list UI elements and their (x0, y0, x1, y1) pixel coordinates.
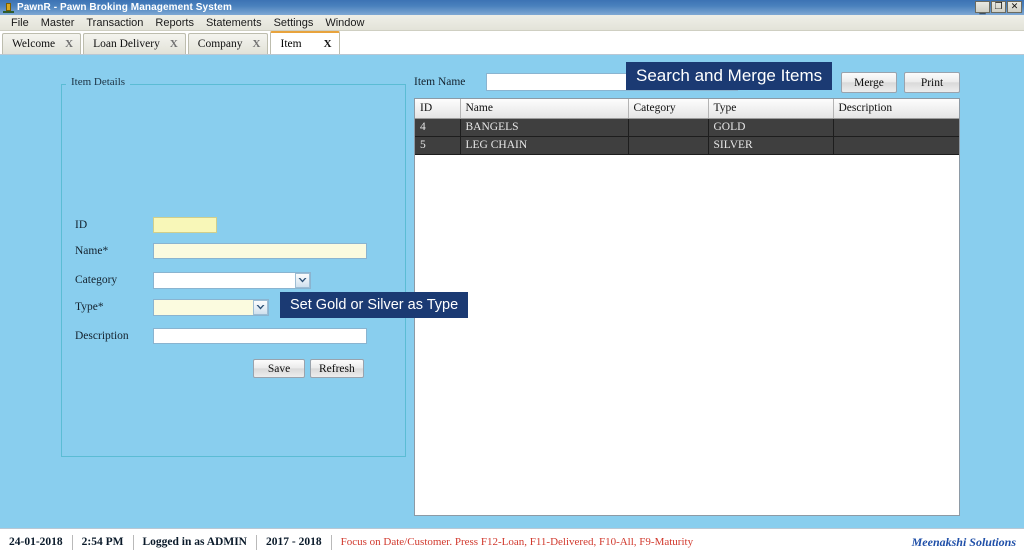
tab-company[interactable]: Company X (187, 33, 269, 54)
cell-description (833, 118, 959, 137)
cell-name: LEG CHAIN (460, 136, 629, 155)
type-dropdown[interactable] (153, 298, 269, 316)
category-dropdown[interactable] (153, 271, 311, 289)
status-financial-year: 2017 - 2018 (266, 536, 322, 548)
column-header-category[interactable]: Category (628, 99, 709, 119)
callout-search-and-merge: Search and Merge Items (626, 62, 833, 90)
search-actions: Merge Print (841, 72, 960, 93)
field-row-id: ID (75, 216, 405, 234)
table-header-row: ID Name Category Type Description (415, 99, 959, 119)
tab-welcome[interactable]: Welcome X (2, 33, 82, 54)
application-window: PawnR - Pawn Broking Management System _… (0, 0, 1024, 555)
window-controls: _ ❐ ✕ (975, 1, 1022, 15)
tab-loan-delivery[interactable]: Loan Delivery X (83, 33, 186, 54)
field-row-description: Description (75, 327, 405, 345)
tab-label: Company (197, 38, 243, 50)
menu-item-window[interactable]: Window (319, 17, 370, 29)
item-form-actions: Save Refresh (253, 359, 364, 378)
menu-item-reports[interactable]: Reports (149, 17, 200, 29)
minimize-icon: _ (979, 2, 986, 15)
tab-label: Item (280, 37, 302, 50)
tab-label: Loan Delivery (93, 38, 160, 50)
menu-item-statements[interactable]: Statements (200, 17, 268, 29)
table-row[interactable]: 4 BANGELS GOLD (415, 118, 959, 137)
close-icon: ✕ (1010, 0, 1019, 11)
cell-description (833, 136, 959, 155)
column-header-type[interactable]: Type (708, 99, 834, 119)
restore-button[interactable]: ❐ (991, 1, 1006, 13)
tab-strip: Welcome X Loan Delivery X Company X Item… (0, 31, 1024, 55)
status-hint: Focus on Date/Customer. Press F12-Loan, … (340, 536, 694, 548)
tab-close-icon[interactable]: X (324, 38, 332, 50)
type-label: Type* (75, 301, 104, 313)
menu-item-settings[interactable]: Settings (268, 17, 320, 29)
menu-item-file[interactable]: File (5, 17, 35, 29)
items-table: ID Name Category Type Description 4 BANG… (415, 99, 959, 155)
chevron-down-icon[interactable] (253, 299, 268, 315)
tab-label: Welcome (12, 38, 56, 50)
cell-type: GOLD (708, 118, 834, 137)
restore-icon: ❐ (994, 0, 1003, 11)
status-login: Logged in as ADMIN (142, 536, 247, 548)
status-brand: Meenakshi Solutions (911, 534, 1016, 549)
field-row-category: Category (75, 271, 405, 289)
chevron-down-icon[interactable] (295, 272, 310, 288)
item-name-label: Item Name (414, 76, 466, 88)
category-label: Category (75, 274, 118, 286)
print-button[interactable]: Print (904, 72, 960, 93)
callout-set-type: Set Gold or Silver as Type (280, 292, 469, 318)
menu-bar: File Master Transaction Reports Statemen… (0, 15, 1024, 31)
window-title: PawnR - Pawn Broking Management System (17, 2, 232, 13)
column-header-description[interactable]: Description (833, 99, 959, 119)
cell-id: 5 (415, 136, 461, 155)
status-bar: 24-01-2018 2:54 PM Logged in as ADMIN 20… (0, 528, 1024, 555)
tab-close-icon[interactable]: X (65, 38, 73, 50)
cell-name: BANGELS (460, 118, 629, 137)
id-input[interactable] (153, 217, 217, 233)
cell-category (628, 118, 709, 137)
items-grid[interactable]: ID Name Category Type Description 4 BANG… (414, 98, 960, 516)
status-date: 24-01-2018 (9, 536, 63, 548)
field-row-name: Name* (75, 242, 405, 260)
cell-type: SILVER (708, 136, 834, 155)
cell-id: 4 (415, 118, 461, 137)
column-header-name[interactable]: Name (460, 99, 629, 119)
description-input[interactable] (153, 328, 367, 344)
item-details-title: Item Details (71, 76, 126, 88)
app-icon (3, 2, 14, 13)
merge-button[interactable]: Merge (841, 72, 897, 93)
description-label: Description (75, 330, 129, 342)
name-label: Name* (75, 245, 109, 257)
table-row[interactable]: 5 LEG CHAIN SILVER (415, 136, 959, 155)
id-label: ID (75, 219, 88, 231)
menu-item-transaction[interactable]: Transaction (80, 17, 149, 29)
tab-item[interactable]: Item X (270, 31, 340, 54)
tab-close-icon[interactable]: X (170, 38, 178, 50)
cell-category (628, 136, 709, 155)
save-button[interactable]: Save (253, 359, 305, 378)
refresh-button[interactable]: Refresh (310, 359, 364, 378)
tab-close-icon[interactable]: X (253, 38, 261, 50)
status-time: 2:54 PM (81, 536, 124, 548)
close-button[interactable]: ✕ (1007, 1, 1022, 13)
title-bar: PawnR - Pawn Broking Management System _… (0, 0, 1024, 15)
name-input[interactable] (153, 243, 367, 259)
column-header-id[interactable]: ID (415, 99, 461, 119)
menu-item-master[interactable]: Master (35, 17, 81, 29)
minimize-button[interactable]: _ (975, 1, 990, 15)
